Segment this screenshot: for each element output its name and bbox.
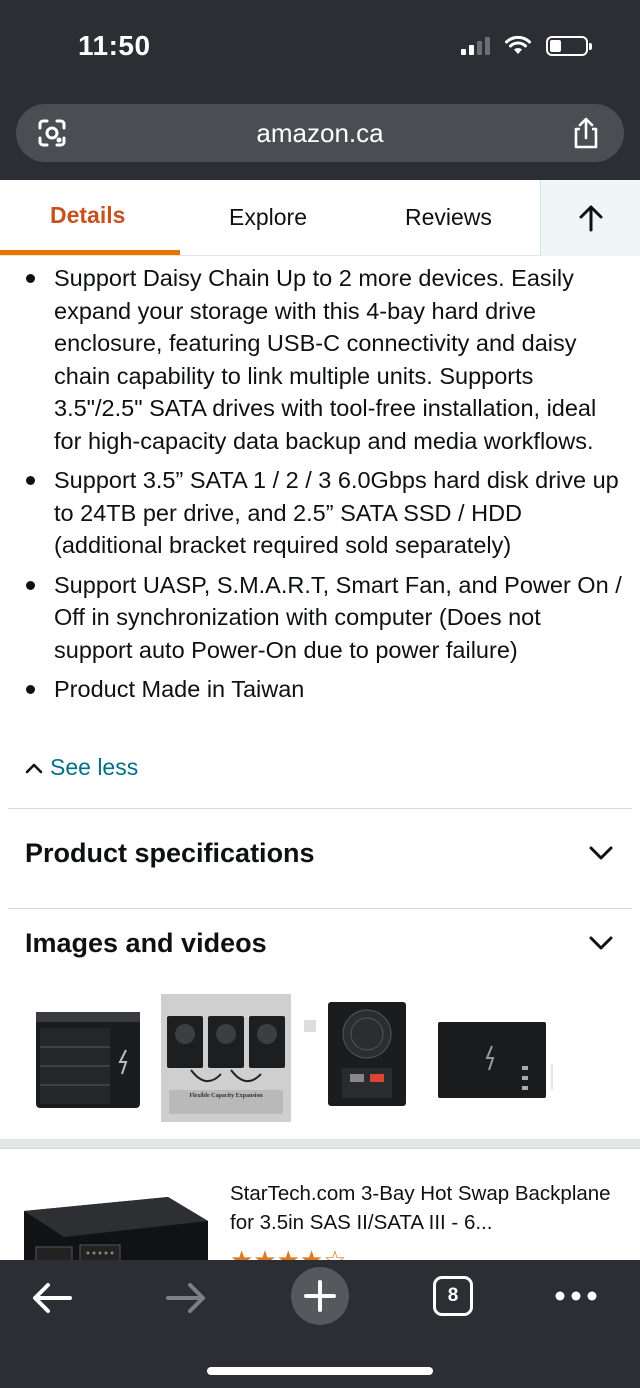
bullet-dot bbox=[26, 685, 35, 694]
enclosure-back-image bbox=[304, 1002, 406, 1106]
plus-icon bbox=[304, 1280, 336, 1312]
chevron-down-icon[interactable] bbox=[588, 843, 614, 863]
home-indicator bbox=[207, 1367, 433, 1375]
bullet-text: Support 3.5” SATA 1 / 2 / 3 6.0Gbps hard… bbox=[54, 467, 619, 558]
divider bbox=[8, 808, 632, 809]
feature-bullets: Support Daisy Chain Up to 2 more devices… bbox=[22, 262, 622, 713]
address-bar[interactable]: amazon.ca bbox=[16, 104, 624, 162]
tab-explore[interactable]: Explore bbox=[229, 204, 307, 231]
forward-arrow-icon[interactable] bbox=[164, 1280, 208, 1316]
browser-chrome: 11:50 amazon.ca bbox=[0, 0, 640, 180]
daisy-chain-image bbox=[161, 994, 291, 1122]
more-icon[interactable] bbox=[554, 1286, 598, 1306]
product-specifications-header[interactable]: Product specifications bbox=[25, 838, 315, 869]
cellular-signal-icon bbox=[461, 37, 490, 55]
list-item: Product Made in Taiwan bbox=[22, 673, 622, 706]
divider bbox=[8, 908, 632, 909]
list-item: Support Daisy Chain Up to 2 more devices… bbox=[22, 262, 622, 457]
back-arrow-icon[interactable] bbox=[30, 1280, 74, 1316]
bullet-text: Support UASP, S.M.A.R.T, Smart Fan, and … bbox=[54, 571, 622, 663]
product-image-thumbnail[interactable] bbox=[432, 994, 562, 1122]
active-tab-indicator bbox=[0, 250, 180, 255]
product-tabs: Details Explore Reviews bbox=[0, 180, 640, 256]
status-time: 11:50 bbox=[78, 30, 151, 61]
product-image-thumbnail[interactable]: Flexible Capacity Expansion bbox=[161, 994, 291, 1122]
recommended-product-card[interactable]: StarTech.com 3-Bay Hot Swap Backplane fo… bbox=[0, 1148, 640, 1268]
caret-up-icon bbox=[25, 763, 43, 773]
new-tab-button[interactable] bbox=[291, 1267, 349, 1325]
status-icons bbox=[461, 36, 592, 56]
bullet-text: Product Made in Taiwan bbox=[54, 676, 305, 702]
product-image-thumbnail[interactable] bbox=[22, 994, 150, 1122]
images-and-videos-header[interactable]: Images and videos bbox=[25, 928, 267, 959]
wifi-icon bbox=[505, 36, 531, 54]
list-item: Support 3.5” SATA 1 / 2 / 3 6.0Gbps hard… bbox=[22, 464, 622, 562]
bullet-dot bbox=[26, 274, 35, 283]
section-separator bbox=[0, 1139, 640, 1148]
see-less-link[interactable]: See less bbox=[24, 754, 138, 781]
scroll-to-top-button[interactable] bbox=[540, 180, 640, 256]
bullet-text: Support Daisy Chain Up to 2 more devices… bbox=[54, 265, 597, 454]
tabs-button[interactable]: 8 bbox=[433, 1276, 473, 1316]
share-icon[interactable] bbox=[570, 116, 602, 150]
url-text[interactable]: amazon.ca bbox=[16, 118, 624, 149]
thumbnail-caption: Flexible Capacity Expansion bbox=[189, 1093, 263, 1099]
tab-details[interactable]: Details bbox=[50, 202, 125, 229]
bullet-dot bbox=[26, 476, 35, 485]
tab-reviews[interactable]: Reviews bbox=[405, 204, 492, 231]
product-image-thumbnail[interactable] bbox=[300, 994, 425, 1122]
enclosure-side-image bbox=[438, 1022, 553, 1098]
battery-icon bbox=[546, 36, 592, 56]
chevron-down-icon[interactable] bbox=[588, 933, 614, 953]
see-less-label[interactable]: See less bbox=[50, 754, 138, 781]
recommended-product-title[interactable]: StarTech.com 3-Bay Hot Swap Backplane fo… bbox=[230, 1179, 620, 1237]
enclosure-image bbox=[36, 1012, 140, 1108]
arrow-up-icon bbox=[579, 205, 603, 232]
list-item: Support UASP, S.M.A.R.T, Smart Fan, and … bbox=[22, 569, 622, 667]
recommended-product-image bbox=[24, 1197, 208, 1268]
bullet-dot bbox=[26, 580, 35, 590]
tab-count: 8 bbox=[447, 1285, 459, 1306]
